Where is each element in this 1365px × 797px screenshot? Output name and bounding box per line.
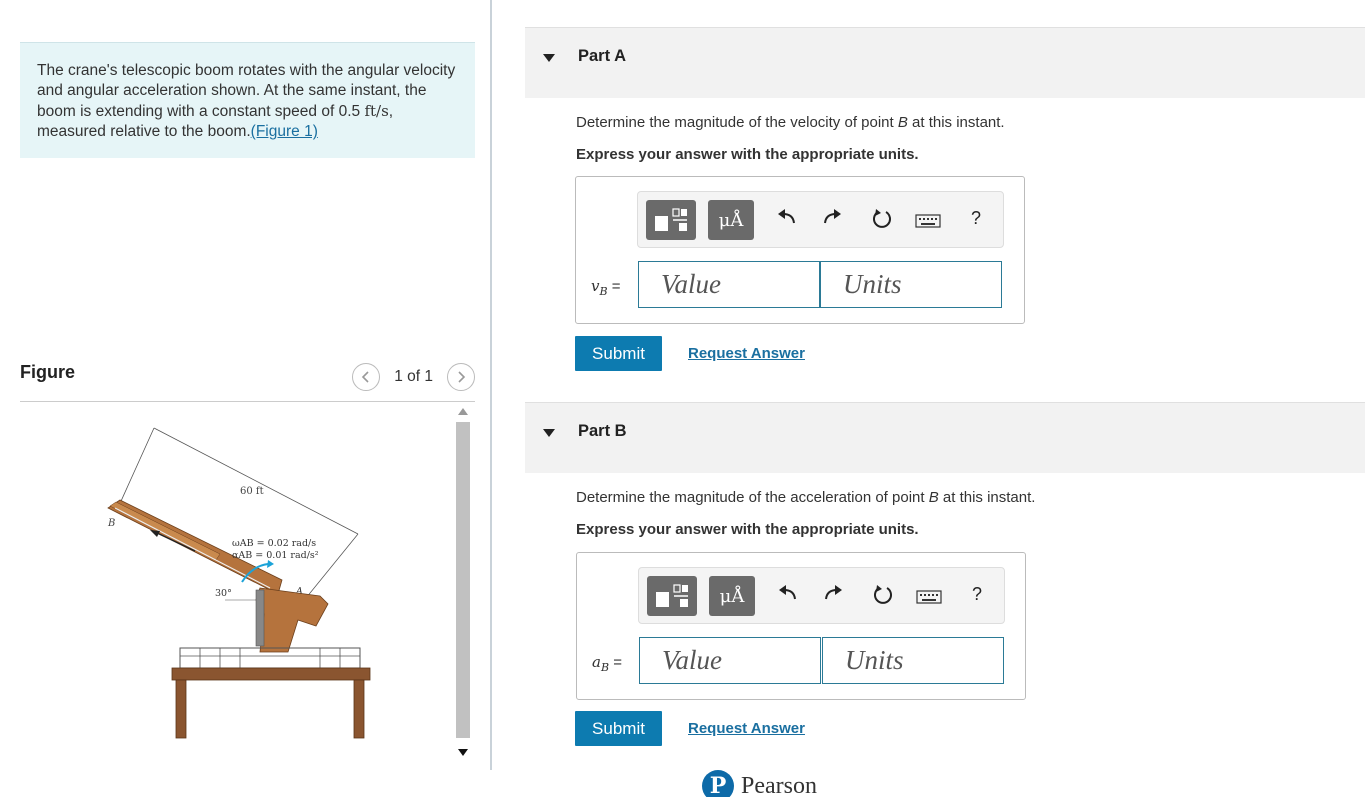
problem-statement: The crane's telescopic boom rotates with… bbox=[20, 42, 475, 158]
part-b-label: Part B bbox=[578, 422, 627, 440]
part-a-header[interactable]: Part A bbox=[525, 27, 1365, 98]
part-a-instruction: Express your answer with the appropriate… bbox=[576, 146, 919, 163]
units-icon[interactable]: μÅ bbox=[708, 200, 754, 240]
figure-header: Figure 1 of 1 bbox=[20, 358, 475, 402]
truck-leg-left bbox=[175, 679, 187, 739]
variable-subscript: B bbox=[600, 661, 610, 674]
question-text-end: at this instant. bbox=[938, 489, 1036, 506]
truck-deck bbox=[171, 667, 371, 681]
figure-count: 1 of 1 bbox=[394, 368, 433, 385]
boom-inner bbox=[109, 501, 221, 561]
scroll-thumb[interactable] bbox=[456, 422, 470, 738]
submit-button[interactable]: Submit bbox=[575, 711, 662, 746]
reset-icon[interactable] bbox=[871, 207, 893, 235]
part-b-question: Determine the magnitude of the accelerat… bbox=[576, 489, 1035, 506]
velocity-variable: vB = bbox=[591, 277, 621, 298]
equals-sign: = bbox=[607, 278, 621, 295]
keyboard-icon[interactable] bbox=[916, 587, 942, 610]
pearson-logo-icon: P bbox=[702, 770, 734, 797]
alpha-label: αAB = 0.01 rad/s² bbox=[232, 550, 319, 561]
question-text: Determine the magnitude of the velocity … bbox=[576, 114, 898, 131]
dimension-extension bbox=[116, 427, 155, 511]
units-input[interactable]: Units bbox=[822, 637, 1004, 684]
omega-label: ωAB = 0.02 rad/s bbox=[232, 538, 316, 549]
undo-icon[interactable] bbox=[776, 207, 798, 233]
angular-arrow-head bbox=[267, 560, 274, 568]
column-divider bbox=[490, 0, 492, 770]
pearson-brand: Pearson bbox=[741, 772, 817, 797]
collapse-triangle-icon[interactable] bbox=[543, 429, 555, 437]
chevron-left-icon[interactable] bbox=[352, 363, 381, 391]
variable-symbol: a bbox=[592, 653, 601, 671]
undo-icon[interactable] bbox=[777, 583, 799, 609]
dimension-line bbox=[153, 427, 359, 535]
help-icon[interactable]: ? bbox=[971, 208, 981, 229]
keyboard-icon[interactable] bbox=[915, 211, 941, 234]
question-text-end: at this instant. bbox=[907, 114, 1005, 131]
templates-icon[interactable] bbox=[647, 576, 697, 616]
acceleration-variable: aB = bbox=[592, 653, 622, 674]
reset-icon[interactable] bbox=[872, 583, 894, 611]
arrow-head bbox=[150, 530, 160, 537]
part-b-header[interactable]: Part B bbox=[525, 402, 1365, 473]
part-b-instruction: Express your answer with the appropriate… bbox=[576, 521, 919, 538]
collapse-triangle-icon[interactable] bbox=[543, 54, 555, 62]
help-icon[interactable]: ? bbox=[972, 584, 982, 605]
units-icon[interactable]: μÅ bbox=[709, 576, 755, 616]
figure-scrollbar[interactable] bbox=[455, 404, 471, 760]
part-b-answer-box: μÅ ? aB = Value Units bbox=[576, 552, 1026, 700]
pearson-logo: P Pearson bbox=[702, 770, 817, 797]
figure-link[interactable]: (Figure 1) bbox=[251, 123, 318, 140]
templates-icon[interactable] bbox=[646, 200, 696, 240]
question-variable: B bbox=[928, 489, 939, 506]
question-text: Determine the magnitude of the accelerat… bbox=[576, 489, 929, 506]
part-a-answer-box: μÅ ? vB = Value Units bbox=[575, 176, 1025, 324]
redo-icon[interactable] bbox=[822, 583, 844, 609]
crane-figure: 60 ft B ωAB = 0.02 rad/s αAB = 0.01 rad/… bbox=[20, 404, 475, 764]
math-toolbar: μÅ ? bbox=[637, 191, 1004, 248]
part-a-label: Part A bbox=[578, 47, 626, 65]
crane-diagram: 60 ft B ωAB = 0.02 rad/s αAB = 0.01 rad/… bbox=[107, 427, 371, 739]
redo-icon[interactable] bbox=[821, 207, 843, 233]
crane-base bbox=[255, 587, 329, 653]
point-b-label: B bbox=[107, 518, 115, 529]
scroll-down-icon[interactable] bbox=[458, 749, 468, 756]
value-input[interactable]: Value bbox=[638, 261, 820, 308]
figure-title: Figure bbox=[20, 362, 76, 382]
figure-nav: 1 of 1 bbox=[352, 363, 475, 391]
speed-unit: ft/s bbox=[364, 102, 389, 120]
equals-sign: = bbox=[609, 654, 622, 671]
submit-button[interactable]: Submit bbox=[575, 336, 662, 371]
length-label: 60 ft bbox=[240, 486, 264, 497]
angle-label: 30° bbox=[215, 588, 232, 599]
question-variable: B bbox=[897, 114, 908, 131]
request-answer-link[interactable]: Request Answer bbox=[688, 345, 805, 362]
variable-subscript: B bbox=[599, 285, 608, 298]
request-answer-link[interactable]: Request Answer bbox=[688, 720, 805, 737]
value-input[interactable]: Value bbox=[639, 637, 821, 684]
scroll-up-icon[interactable] bbox=[458, 408, 468, 415]
part-a-question: Determine the magnitude of the velocity … bbox=[576, 114, 1005, 131]
math-toolbar: μÅ ? bbox=[638, 567, 1005, 624]
chevron-right-icon[interactable] bbox=[447, 363, 475, 391]
truck-leg-right bbox=[353, 679, 365, 739]
hydraulic-cylinder bbox=[255, 589, 265, 647]
units-input[interactable]: Units bbox=[820, 261, 1002, 308]
